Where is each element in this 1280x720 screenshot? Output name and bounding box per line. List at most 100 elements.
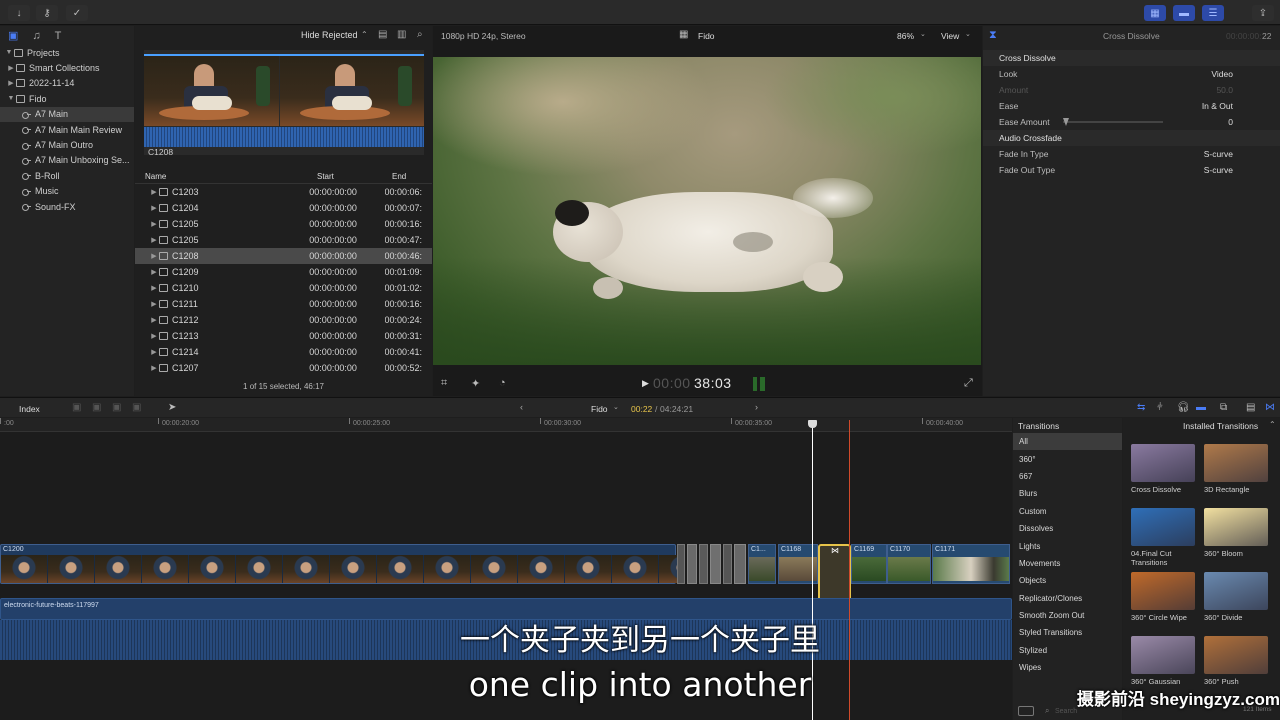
transition-category[interactable]: All [1013, 433, 1122, 451]
library-item[interactable]: A7 Main [0, 106, 134, 122]
transition-category[interactable]: 667 [1013, 468, 1122, 485]
transition-category[interactable]: Blurs [1013, 485, 1122, 502]
inspector-param[interactable]: Ease Amount 0 [983, 114, 1280, 130]
main-clip[interactable]: C1200 [0, 544, 677, 584]
index-button[interactable]: Index [19, 404, 40, 414]
zoom-popup[interactable]: 86% [897, 31, 914, 41]
speed-icon[interactable]: ◔ [499, 377, 506, 389]
transition-category[interactable]: 360° [1013, 450, 1122, 467]
timeline-ruler[interactable]: :00 00:00:20:00 00:00:25:00 00:00:30:00 00:0… [0, 418, 1012, 432]
inspector-param[interactable]: Fade Out Type S-curve [983, 162, 1280, 178]
transition-thumbnail[interactable]: Cross Dissolve [1131, 444, 1197, 494]
share-icon[interactable]: ⇪ [1252, 5, 1274, 21]
disclosure-closed-icon[interactable]: ▶ [149, 332, 159, 340]
titles-generators-icon[interactable]: T [55, 30, 62, 42]
disclosure-open-icon[interactable]: ▼ [4, 49, 14, 56]
small-clip[interactable] [699, 544, 708, 584]
transition-thumbnail[interactable]: 04.Final Cut Transitions [1131, 508, 1197, 567]
library-item[interactable]: A7 Main Unboxing Se... [0, 153, 134, 168]
video-audio-icon[interactable]: ⇆ [1137, 402, 1145, 413]
layout-inspector-icon[interactable]: ☰ [1202, 5, 1224, 21]
filmstrip-icon[interactable]: ▥ [397, 29, 406, 40]
browser-row[interactable]: ▶ C1205 00:00:00:00 00:00:16: [135, 216, 432, 232]
view-popup[interactable]: View [941, 31, 959, 41]
select-tool-icon[interactable]: ➤ [168, 402, 176, 413]
small-clip[interactable] [710, 544, 721, 584]
transform-icon[interactable]: ⌗ [441, 377, 447, 390]
transition-thumbnail[interactable]: 360° Bloom [1204, 508, 1270, 558]
column-name[interactable]: Name [145, 172, 166, 181]
filmstrip[interactable]: C1208 [144, 50, 424, 157]
layout-browser-icon[interactable]: ▦ [1144, 5, 1166, 21]
disclosure-closed-icon[interactable]: ▶ [6, 79, 16, 87]
clip-c1171[interactable]: C1171 [932, 544, 1010, 584]
param-value[interactable]: 50.0 [1173, 85, 1233, 95]
clip-appearance-icon[interactable]: ▤ [378, 29, 387, 40]
transition-category[interactable]: Custom [1013, 503, 1122, 520]
solo-icon[interactable]: ▬ [1196, 402, 1206, 413]
param-value[interactable]: 0 [1173, 117, 1233, 127]
inspector-param[interactable]: Ease In & Out [983, 98, 1280, 114]
sidebar-toggle-icon[interactable] [1018, 706, 1034, 716]
library-item[interactable]: ▶ Smart Collections [0, 60, 134, 75]
transition-category[interactable]: Lights [1013, 537, 1122, 554]
play-icon[interactable]: ▶ [642, 378, 649, 389]
clip-c1169[interactable]: C1169 [851, 544, 887, 584]
effects-browser-icon[interactable]: ⋈ [1265, 402, 1275, 413]
library-item[interactable]: Sound-FX [0, 199, 134, 214]
disclosure-closed-icon[interactable]: ▶ [149, 300, 159, 308]
skimming-icon[interactable]: ⫩ [1157, 402, 1163, 413]
disclosure-closed-icon[interactable]: ▶ [149, 188, 159, 196]
browser-row[interactable]: ▶ C1205 00:00:00:00 00:00:47: [135, 232, 432, 248]
browser-row[interactable]: ▶ C1209 00:00:00:00 00:01:09: [135, 264, 432, 280]
param-value[interactable]: S-curve [1173, 149, 1233, 159]
small-clip[interactable] [677, 544, 685, 584]
check-icon[interactable]: ✓ [66, 5, 88, 21]
disclosure-closed-icon[interactable]: ▶ [149, 204, 159, 212]
browser-row[interactable]: ▶ C1210 00:00:00:00 00:01:02: [135, 280, 432, 296]
keyword-icon[interactable]: ⚷ [36, 5, 58, 21]
library-item[interactable]: ▶ 2022-11-14 [0, 76, 134, 91]
browser-row[interactable]: ▶ C1212 00:00:00:00 00:00:24: [135, 312, 432, 328]
library-item[interactable]: A7 Main Main Review [0, 122, 134, 137]
clip-appearance-icon[interactable]: ▤ [1246, 402, 1255, 413]
small-clip[interactable] [723, 544, 732, 584]
disclosure-closed-icon[interactable]: ▶ [149, 268, 159, 276]
photos-audio-icon[interactable]: ♫ [32, 30, 40, 42]
library-item[interactable]: ▼ Fido [0, 91, 134, 106]
transition-category[interactable]: Replicator/Clones [1013, 590, 1122, 607]
disclosure-closed-icon[interactable]: ▶ [6, 64, 16, 72]
enhance-icon[interactable]: ✦ [471, 377, 480, 390]
filter-popup[interactable]: Hide Rejected [301, 30, 358, 40]
back-arrow-icon[interactable]: ‹ [520, 402, 523, 412]
disclosure-closed-icon[interactable]: ▶ [149, 220, 159, 228]
transition-inspector-icon[interactable]: ⧗ [989, 29, 997, 42]
transition-category[interactable]: Movements [1013, 555, 1122, 572]
library-item[interactable]: ▼ Projects [0, 45, 134, 60]
param-value[interactable]: In & Out [1173, 101, 1233, 111]
transition-thumbnail[interactable]: 3D Rectangle [1204, 444, 1270, 494]
libraries-icon[interactable]: ▣ [8, 29, 18, 42]
fullscreen-icon[interactable]: ⤢ [964, 377, 973, 390]
import-icon[interactable]: ↓ [8, 5, 30, 21]
browser-row[interactable]: ▶ C1207 00:00:00:00 00:00:52: [135, 360, 432, 376]
param-value[interactable]: S-curve [1173, 165, 1233, 175]
disclosure-closed-icon[interactable]: ▶ [149, 316, 159, 324]
playhead-handle[interactable] [808, 420, 817, 428]
disclosure-closed-icon[interactable]: ▶ [149, 364, 159, 372]
browser-row[interactable]: ▶ C1204 00:00:00:00 00:00:07: [135, 200, 432, 216]
library-item[interactable]: B-Roll [0, 168, 134, 183]
clip-c1170[interactable]: C1170 [887, 544, 931, 584]
param-value[interactable]: Video [1173, 69, 1233, 79]
library-item[interactable]: A7 Main Outro [0, 137, 134, 152]
layout-timeline-icon[interactable]: ▬ [1173, 5, 1195, 21]
search-icon[interactable]: ⌕ [417, 29, 423, 40]
small-clip[interactable]: C1... [748, 544, 776, 584]
small-clip[interactable] [734, 544, 746, 584]
transition-category[interactable]: Dissolves [1013, 520, 1122, 537]
ease-amount-slider[interactable] [1063, 118, 1163, 126]
insert-clip-icon[interactable]: ▣ [92, 402, 101, 413]
library-item[interactable]: Music [0, 184, 134, 199]
browser-row[interactable]: ▶ C1211 00:00:00:00 00:00:16: [135, 296, 432, 312]
disclosure-closed-icon[interactable]: ▶ [149, 348, 159, 356]
